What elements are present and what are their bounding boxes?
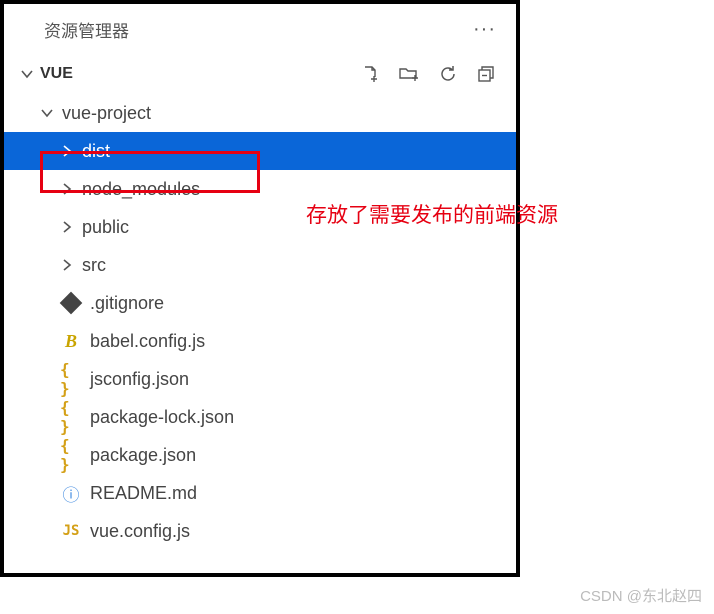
watermark: CSDN @东北赵四 (580, 585, 702, 606)
panel-header: 资源管理器 ··· (4, 4, 516, 54)
tree-item-label: README.md (90, 483, 197, 504)
annotation-text: 存放了需要发布的前端资源 (306, 199, 558, 229)
tree-item-label: package.json (90, 445, 196, 466)
new-file-icon[interactable] (360, 64, 380, 84)
tree-item[interactable]: dist (4, 132, 516, 170)
tree-items-container: dist node_modulespublic src .gitignore Bbabe… (4, 132, 516, 550)
json-icon: { } (60, 444, 82, 466)
tree-item-label: public (82, 217, 129, 238)
chevron-right-icon (60, 144, 74, 158)
tree-item[interactable]: { } package.json (4, 436, 516, 474)
more-actions-icon[interactable]: ··· (473, 18, 496, 41)
js-icon: JS (60, 520, 82, 542)
tree-item[interactable]: { } jsconfig.json (4, 360, 516, 398)
chevron-down-icon (40, 106, 54, 120)
tree-folder-root[interactable]: vue-project (4, 94, 516, 132)
tree-item-label: jsconfig.json (90, 369, 189, 390)
tree-item-label: src (82, 255, 106, 276)
json-icon: { } (60, 368, 82, 390)
gitignore-icon (60, 292, 82, 314)
chevron-right-icon (60, 220, 74, 234)
new-folder-icon[interactable] (398, 64, 420, 84)
toolbar (360, 64, 496, 84)
tree-item[interactable]: { } package-lock.json (4, 398, 516, 436)
babel-icon: B (60, 330, 82, 352)
section-left: VUE (20, 65, 73, 83)
tree-item-label: babel.config.js (90, 331, 205, 352)
tree-item-label: vue-project (62, 103, 151, 124)
tree-item[interactable]: Bbabel.config.js (4, 322, 516, 360)
chevron-right-icon (60, 258, 74, 272)
tree-item[interactable]: src (4, 246, 516, 284)
tree-item-label: vue.config.js (90, 521, 190, 542)
chevron-right-icon (60, 182, 74, 196)
tree-item[interactable]: JS vue.config.js (4, 512, 516, 550)
section-row[interactable]: VUE (4, 54, 516, 94)
tree-item[interactable]: .gitignore (4, 284, 516, 322)
tree-item[interactable]: ⓘ README.md (4, 474, 516, 512)
tree-item-label: node_modules (82, 179, 200, 200)
tree-item-label: .gitignore (90, 293, 164, 314)
json-icon: { } (60, 406, 82, 428)
section-title: VUE (40, 65, 73, 83)
tree-item-label: dist (82, 141, 110, 162)
tree-item-label: package-lock.json (90, 407, 234, 428)
collapse-all-icon[interactable] (476, 64, 496, 84)
chevron-down-icon (20, 67, 34, 81)
refresh-icon[interactable] (438, 64, 458, 84)
explorer-panel: 资源管理器 ··· VUE vue-project dist node_modul… (0, 0, 520, 577)
header-title: 资源管理器 (44, 17, 129, 42)
info-icon: ⓘ (60, 482, 82, 504)
